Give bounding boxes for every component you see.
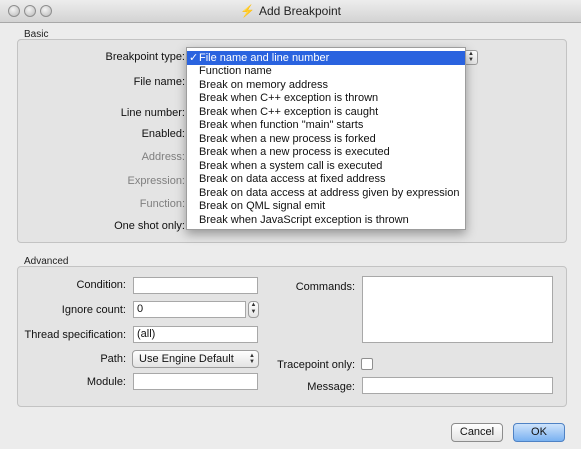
breakpoint-type-menu: ✓ File name and line number Function name… (186, 47, 466, 230)
path-label: Path: (100, 353, 126, 365)
enabled-label: Enabled: (141, 128, 185, 140)
expression-label: Expression: (127, 175, 185, 187)
path-select[interactable]: Use Engine Default ▲ ▼ (132, 350, 259, 368)
line-number-label: Line number: (120, 107, 185, 119)
condition-input[interactable] (133, 277, 258, 294)
menu-item-data-access-fixed-address[interactable]: Break on data access at fixed address (187, 173, 465, 187)
menu-item-qml-signal-emit[interactable]: Break on QML signal emit (187, 200, 465, 214)
menu-item-label: File name and line number (199, 52, 330, 64)
menu-item-function-name[interactable]: Function name (187, 65, 465, 79)
menu-item-process-forked[interactable]: Break when a new process is forked (187, 133, 465, 147)
module-label: Module: (86, 376, 126, 388)
breakpoint-type-label: Breakpoint type: (105, 51, 186, 63)
thread-specification-input[interactable]: (all) (133, 326, 258, 343)
cancel-button[interactable]: Cancel (451, 423, 503, 442)
commands-label: Commands: (295, 281, 355, 293)
menu-item-javascript-exception-thrown[interactable]: Break when JavaScript exception is throw… (187, 214, 465, 228)
menu-item-cpp-exception-caught[interactable]: Break when C++ exception is caught (187, 106, 465, 120)
file-name-label: File name: (133, 76, 185, 88)
menu-item-main-starts[interactable]: Break when function "main" starts (187, 119, 465, 133)
window-title: Add Breakpoint (258, 4, 341, 18)
tracepoint-only-label: Tracepoint only: (277, 359, 355, 371)
message-label: Message: (307, 381, 355, 393)
menu-item-data-access-expression[interactable]: Break on data access at address given by… (187, 187, 465, 201)
window-title-container: ⚡ Add Breakpoint (0, 4, 581, 18)
ignore-count-stepper[interactable]: ▲ ▼ (248, 301, 259, 318)
thread-specification-label: Thread specification: (24, 329, 127, 341)
menu-item-system-call-executed[interactable]: Break when a system call is executed (187, 160, 465, 174)
ignore-count-label: Ignore count: (61, 304, 126, 316)
lightning-bolt-icon: ⚡ (239, 4, 255, 18)
address-label: Address: (141, 151, 185, 163)
breakpoint-type-popup-arrows[interactable]: ▲ ▼ (464, 50, 478, 65)
checkmark-icon: ✓ (189, 52, 199, 64)
path-select-value: Use Engine Default (139, 353, 234, 365)
menu-item-file-name-and-line-number[interactable]: ✓ File name and line number (187, 51, 465, 65)
menu-item-break-on-memory-address[interactable]: Break on memory address (187, 79, 465, 93)
menu-item-cpp-exception-thrown[interactable]: Break when C++ exception is thrown (187, 92, 465, 106)
tracepoint-only-checkbox[interactable] (361, 358, 373, 370)
module-input[interactable] (133, 373, 258, 390)
commands-textarea[interactable] (362, 276, 553, 343)
function-label: Function: (139, 198, 185, 210)
one-shot-only-label: One shot only: (114, 220, 185, 232)
chevron-up-down-icon: ▲ ▼ (249, 353, 255, 365)
menu-item-process-executed[interactable]: Break when a new process is executed (187, 146, 465, 160)
title-bar: ⚡ Add Breakpoint (0, 0, 581, 23)
ok-button[interactable]: OK (513, 423, 565, 442)
message-input[interactable] (362, 377, 553, 394)
ignore-count-input[interactable]: 0 (133, 301, 246, 318)
condition-label: Condition: (76, 279, 126, 291)
